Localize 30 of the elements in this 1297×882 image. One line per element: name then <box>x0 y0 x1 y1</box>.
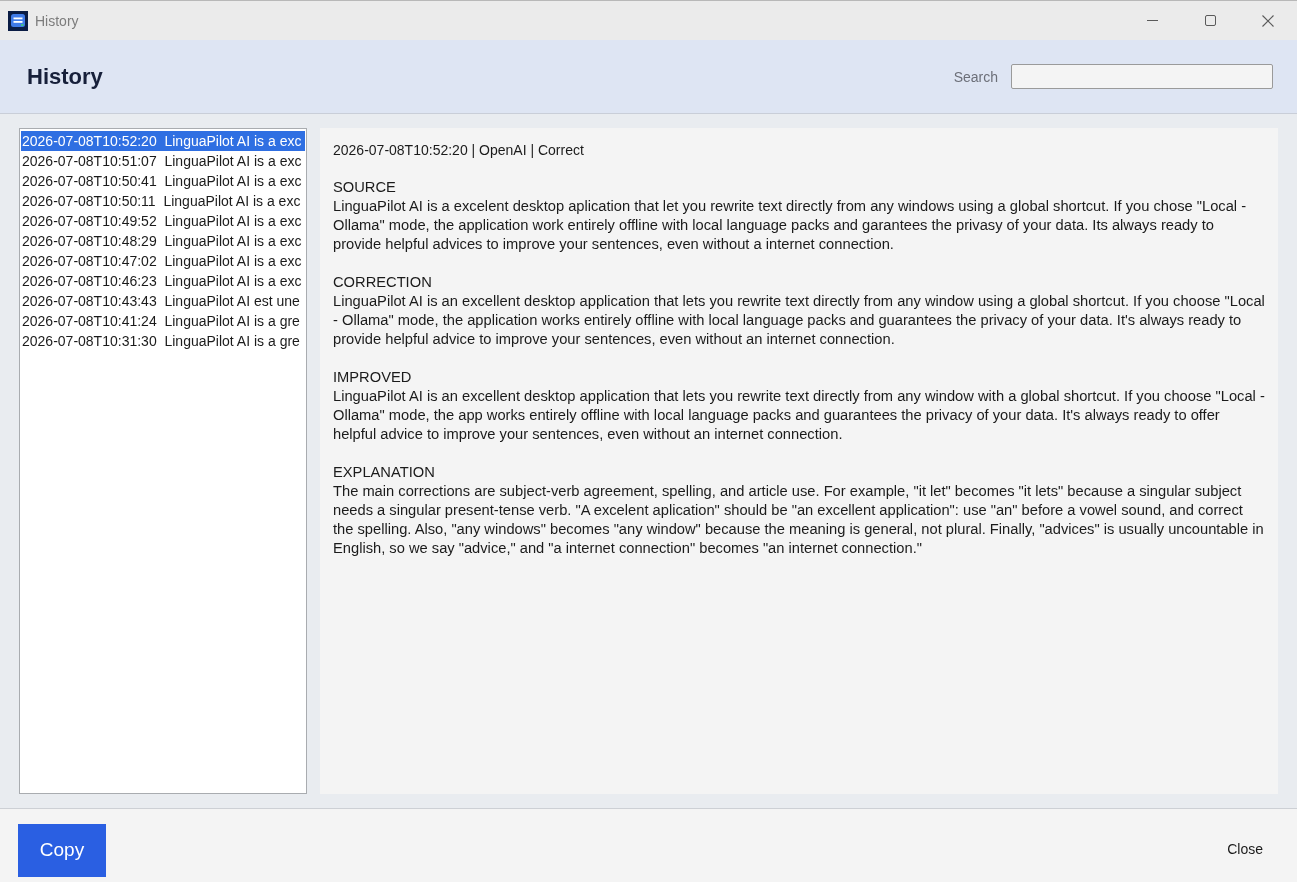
section-text: LinguaPilot AI is a excelent desktop aplication that let you rewrite text directly from any windows using a global shortcut. If you chose "Local - Ollama" mode, the application work entirely offline with local language packs and garantees the privasy of your data. Its always ready to provide helpful advices to improve your sentences, even without a internet connection. <box>333 197 1248 254</box>
search-field[interactable] <box>1011 64 1273 89</box>
history-item[interactable]: 2026-07-08T10:50:41 LinguaPilot AI is a exc <box>21 171 305 191</box>
search-label: Search <box>953 68 998 85</box>
text-button[interactable]: Close <box>1213 834 1277 863</box>
section-text: The main corrections are subject-verb agreement, spelling, and article use. For example, "it let" becomes "it lets" because a singular subject needs a singular present-tense verb. "A excelent aplication" should be "an excellent application": use "an" before a vowel sound, and correct the spelling. Also, "any windows" becomes "any window" because the meaning is general, not plural. Finally, "advices" is usually uncountable in English, so we say "advice," and "a internet connection" becomes "an internet connection." <box>333 482 1265 558</box>
history-item[interactable]: 2026-07-08T10:31:30 LinguaPilot AI is a gre <box>21 331 305 351</box>
history-item[interactable]: 2026-07-08T10:47:02 LinguaPilot AI is a exc <box>21 251 305 271</box>
maximize-icon[interactable] <box>1204 15 1216 26</box>
history-item[interactable]: 2026-07-08T10:51:07 LinguaPilot AI is a exc <box>21 151 305 171</box>
entry-meta: 2026-07-08T10:52:20 | OpenAI | Correct <box>333 141 585 160</box>
section-heading: IMPROVED <box>333 368 413 387</box>
window-title: History <box>35 12 79 29</box>
section-text: LinguaPilot AI is an excellent desktop application that lets you rewrite text directly from any window with a global shortcut. If you choose "Local - Ollama" mode, the app works entirely offline with local language packs and guarantees the privacy of your data. It's always ready to offer helpful advice to improve your sentences, even without an internet connection. <box>333 387 1265 444</box>
history-item[interactable]: 2026-07-08T10:50:11 LinguaPilot AI is a exc <box>21 191 305 211</box>
page-title: History <box>27 63 103 90</box>
history-item[interactable]: 2026-07-08T10:41:24 LinguaPilot AI is a gre <box>21 311 305 331</box>
history-item[interactable]: 2026-07-08T10:52:20 LinguaPilot AI is a exc <box>21 131 305 151</box>
history-item[interactable]: 2026-07-08T10:49:52 LinguaPilot AI is a exc <box>21 211 305 231</box>
history-item[interactable]: 2026-07-08T10:48:29 LinguaPilot AI is a exc <box>21 231 305 251</box>
minimize-icon[interactable] <box>1146 20 1158 21</box>
history-item[interactable]: 2026-07-08T10:43:43 LinguaPilot AI est une <box>21 291 305 311</box>
section-text: LinguaPilot AI is an excellent desktop application that lets you rewrite text directly from any window using a global shortcut. If you choose "Local - Ollama" mode, the application works entirely offline with local language packs and guarantees the privacy of your data. It's always ready to provide helpful advice to improve your sentences, even without an internet connection. <box>333 292 1265 349</box>
app-icon <box>8 10 28 31</box>
section-heading: EXPLANATION <box>333 463 436 482</box>
primary-button[interactable]: Copy <box>18 823 106 877</box>
history-item[interactable]: 2026-07-08T10:46:23 LinguaPilot AI is a exc <box>21 271 305 291</box>
section-heading: SOURCE <box>333 178 397 197</box>
section-heading: CORRECTION <box>333 273 433 292</box>
close-icon[interactable] <box>1262 14 1274 27</box>
